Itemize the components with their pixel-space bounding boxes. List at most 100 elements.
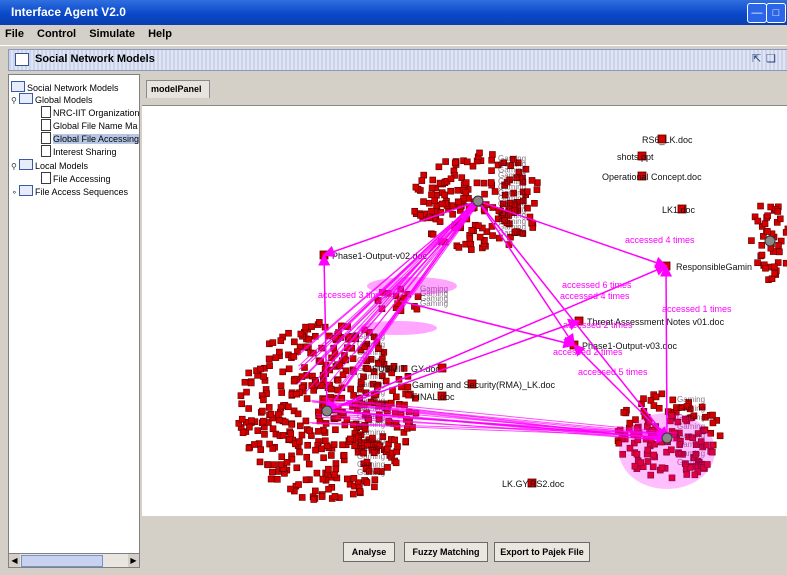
tree-item-interest-sharing[interactable]: Interest Sharing [41,145,117,157]
graph-node [248,417,255,424]
scrollbar-thumb[interactable] [21,555,103,567]
graph-node [435,163,443,171]
graph-node [436,218,444,225]
graph-node [256,458,264,466]
edge-label: accessed 4 times [625,235,695,245]
graph-node [269,339,277,346]
expand-toggle-icon[interactable]: ⚲ [11,162,19,171]
tree-item-global-file-name[interactable]: Global File Name Ma [41,119,138,131]
graph-node [288,421,295,428]
graph-node [776,248,783,256]
menu-simulate[interactable]: Simulate [84,25,140,40]
frame-restore-icon[interactable]: ⇱ [752,52,761,65]
graph-node [476,233,484,241]
graph-node [757,202,764,210]
graph-node [287,430,295,437]
graph-node [480,179,488,187]
cluster-label-texture: Gaming [677,404,705,413]
tree-horizontal-scrollbar[interactable]: ◀ ▶ [8,553,140,568]
model-panel-container: modelPanel Gaming Gaming Gaming Gaming Gamin… [142,74,787,562]
graph-node [308,323,315,330]
analyse-button[interactable]: Analyse [343,542,395,562]
frame-maximize-icon[interactable]: ❏ [766,52,776,65]
graph-node [771,270,778,277]
graph-node [429,176,437,184]
graph-node [402,438,410,445]
graph-node [393,393,400,401]
graph-node [339,371,347,379]
graph-node [332,426,339,434]
graph-node [277,382,285,390]
folder-icon [11,81,25,92]
graph-node [420,171,428,179]
graph-node [669,396,677,404]
graph-node [260,396,267,404]
graph-node [271,461,278,468]
graph-node [350,475,358,482]
graph-node [275,411,282,418]
graph-node [318,445,325,453]
tree-local-models[interactable]: ⚲ Local Models [11,159,88,171]
window-title: Interface Agent V2.0 [11,5,126,19]
cluster-label-texture: Gaming [357,468,385,477]
graph-node [278,453,286,461]
expand-toggle-icon[interactable]: ⚲ [11,96,19,105]
fuzzy-matching-button[interactable]: Fuzzy Matching [404,542,488,562]
graph-node [350,490,357,498]
graph-node [247,379,255,387]
graph-node [411,207,419,215]
graph-node [462,189,470,196]
graph-node [279,432,287,439]
graph-node [265,355,273,363]
graph-node [238,400,245,408]
model-tree: Social Network Models ⚲ Global Models NRC… [8,74,140,554]
tree-global-models[interactable]: ⚲ Global Models [11,93,93,105]
graph-node [447,187,454,195]
menu-help[interactable]: Help [143,25,177,40]
edge-bundle [357,321,437,335]
node-label-submit: SUBMIT_GY.doc [372,364,440,374]
menu-control[interactable]: Control [32,25,81,40]
internal-frame-titlebar: Social Network Models ⇱ ❏ [8,49,787,71]
network-graph-canvas[interactable]: Gaming Gaming Gaming Gaming Gaming Gaming Gami… [142,105,787,516]
graph-node [277,461,285,468]
graph-node [332,460,340,467]
node-label-responsible: ResponsibleGamin [676,262,752,272]
graph-node [454,186,461,194]
export-pajek-button[interactable]: Export to Pajek File [494,542,590,562]
graph-node [295,481,302,488]
graph-node [257,365,264,373]
collapse-toggle-icon[interactable]: ⚬ [11,188,19,197]
graph-node [290,353,298,360]
graph-node [261,431,268,438]
maximize-button[interactable]: □ [766,3,786,23]
graph-node [259,407,266,415]
tree-root[interactable]: Social Network Models [11,81,119,93]
graph-node [267,410,275,418]
graph-hub-node [321,405,333,417]
graph-node [343,416,351,424]
tree-item-nrc-iit[interactable]: NRC-IIT Organization [41,106,139,118]
edge-label: accessed 1 times [662,304,732,314]
graph-node [251,441,258,448]
document-icon [41,119,51,131]
scroll-right-icon[interactable]: ▶ [128,554,139,567]
graph-edge [660,264,673,439]
graph-node [265,404,273,411]
graph-node [363,479,371,486]
graph-node [716,432,724,440]
graph-node [304,441,311,449]
graph-node [328,452,335,459]
graph-node [447,175,455,183]
tab-model-panel[interactable]: modelPanel [146,80,210,98]
scroll-left-icon[interactable]: ◀ [9,554,20,567]
tree-file-access-sequences[interactable]: ⚬ File Access Sequences [11,185,128,197]
tree-item-global-file-accessing[interactable]: Global File Accessing [41,132,140,144]
node-label-final: FINAL.doc [412,392,455,402]
graph-node [528,177,536,184]
edge-label: accessed 4 times [560,291,630,301]
menu-file[interactable]: File [0,25,29,40]
minimize-button[interactable]: — [747,3,767,23]
graph-node [709,419,717,427]
tree-item-file-accessing[interactable]: File Accessing [41,172,111,184]
